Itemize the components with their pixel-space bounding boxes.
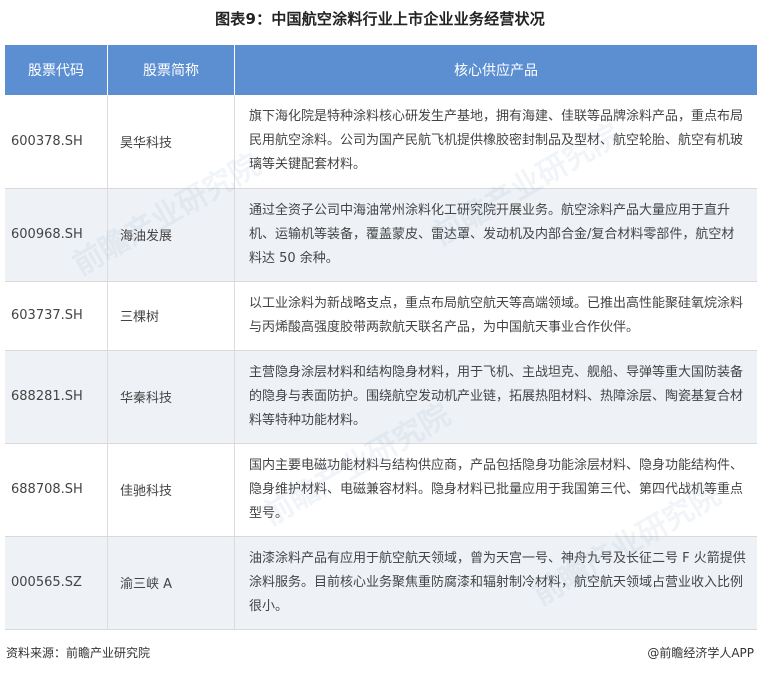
table-row: 600968.SH 海油发展 通过全资子公司中海油常州涂料化工研究院开展业务。航… <box>5 188 757 282</box>
header-stock-code: 股票代码 <box>5 45 108 95</box>
table-header-row: 股票代码 股票简称 核心供应产品 <box>5 45 757 95</box>
table-row: 600378.SH 昊华科技 旗下海化院是特种涂料核心研发生产基地，拥有海建、佳… <box>5 95 757 189</box>
chart-title: 图表9：中国航空涂料行业上市企业业务经营状况 <box>215 10 545 28</box>
product-desc-cell: 主营隐身涂层材料和结构隐身材料，用于飞机、主战坦克、舰船、导弹等重大国防装备的隐… <box>234 350 757 444</box>
table-row: 688708.SH 佳驰科技 国内主要电磁功能材料与结构供应商，产品包括隐身功能… <box>5 443 757 537</box>
header-core-products: 核心供应产品 <box>234 45 757 95</box>
product-desc-cell: 通过全资子公司中海油常州涂料化工研究院开展业务。航空涂料产品大量应用于直升机、运… <box>234 188 757 282</box>
brand-credit: @前瞻经济学人APP <box>647 646 754 660</box>
stock-name-cell: 佳驰科技 <box>107 443 235 537</box>
stock-name-cell: 三棵树 <box>107 281 235 351</box>
product-desc-cell: 以工业涂料为新战略支点，重点布局航空航天等高端领域。已推出高性能聚硅氧烷涂料与丙… <box>234 281 757 351</box>
stock-code-cell: 688708.SH <box>5 443 108 537</box>
stock-code-cell: 600378.SH <box>5 95 108 189</box>
table-row: 688281.SH 华秦科技 主营隐身涂层材料和结构隐身材料，用于飞机、主战坦克… <box>5 350 757 444</box>
table-row: 000565.SZ 渝三峡 A 油漆涂料产品有应用于航空航天领域，曾为天宫一号、… <box>5 536 757 630</box>
product-desc-cell: 国内主要电磁功能材料与结构供应商，产品包括隐身功能涂层材料、隐身功能结构件、隐身… <box>234 443 757 537</box>
product-desc-cell: 旗下海化院是特种涂料核心研发生产基地，拥有海建、佳联等品牌涂料产品，重点布局民用… <box>234 95 757 189</box>
stock-name-cell: 昊华科技 <box>107 95 235 189</box>
company-table: 股票代码 股票简称 核心供应产品 600378.SH 昊华科技 旗下海化院是特种… <box>5 45 757 630</box>
stock-code-cell: 000565.SZ <box>5 536 108 630</box>
stock-code-cell: 600968.SH <box>5 188 108 282</box>
stock-name-cell: 海油发展 <box>107 188 235 282</box>
stock-name-cell: 渝三峡 A <box>107 536 235 630</box>
stock-code-cell: 688281.SH <box>5 350 108 444</box>
header-stock-name: 股票简称 <box>107 45 235 95</box>
table-row: 603737.SH 三棵树 以工业涂料为新战略支点，重点布局航空航天等高端领域。… <box>5 281 757 351</box>
stock-code-cell: 603737.SH <box>5 281 108 351</box>
product-desc-cell: 油漆涂料产品有应用于航空航天领域，曾为天宫一号、神舟九号及长征二号 F 火箭提供… <box>234 536 757 630</box>
stock-name-cell: 华秦科技 <box>107 350 235 444</box>
source-note: 资料来源：前瞻产业研究院 <box>6 646 151 660</box>
